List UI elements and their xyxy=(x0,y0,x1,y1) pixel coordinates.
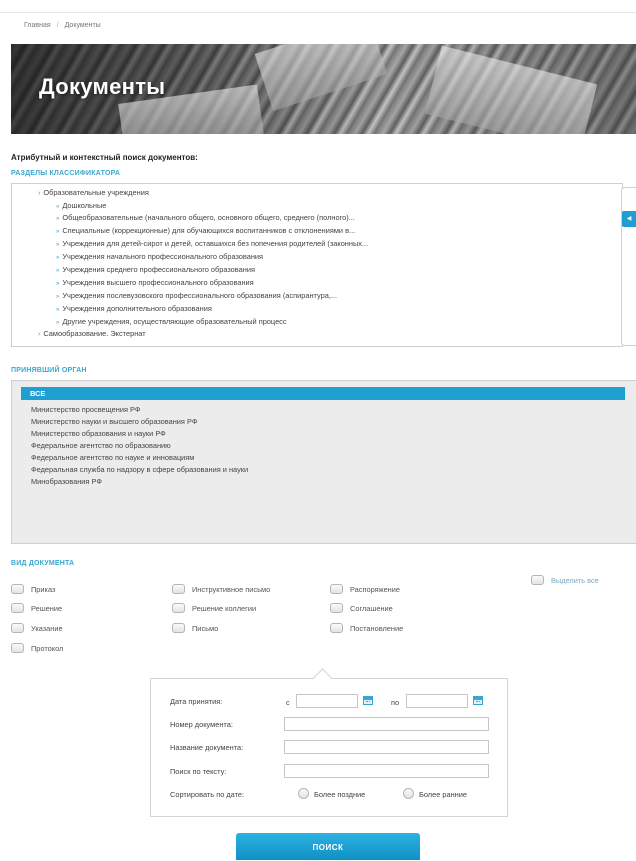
top-divider xyxy=(0,12,636,13)
page-title: Документы xyxy=(39,74,166,99)
hero-banner: Документы xyxy=(11,44,636,134)
checkbox-label: Решение xyxy=(31,604,63,613)
doc-number-input[interactable] xyxy=(284,717,489,731)
date-to-label: по xyxy=(391,698,400,707)
checkbox-label: Постановление xyxy=(350,624,404,633)
organ-option[interactable]: Федеральное агентство по образованию xyxy=(31,441,171,450)
hero-paper-decoration xyxy=(424,45,598,134)
double-chevron-icon: » xyxy=(56,204,60,210)
organ-option-selected[interactable]: ВСЕ xyxy=(21,387,625,400)
hero-paper-decoration xyxy=(254,44,388,112)
date-from-input[interactable] xyxy=(296,694,358,708)
checkbox-label: Распоряжение xyxy=(350,585,401,594)
checkbox-label: Приказ xyxy=(31,585,56,594)
double-chevron-icon: » xyxy=(56,294,60,300)
text-search-label: Поиск по тексту: xyxy=(170,767,227,776)
checkbox-decision[interactable] xyxy=(11,603,24,613)
doc-name-label: Название документа: xyxy=(170,743,244,752)
classifier-tree[interactable]: › Образовательные учреждения » Дошкольные … xyxy=(11,183,623,347)
tree-item[interactable]: › Образовательные учреждения xyxy=(38,188,149,197)
checkbox-instruction[interactable] xyxy=(11,623,24,633)
tree-item[interactable]: › Самообразование. Экстернат xyxy=(38,329,146,338)
breadcrumb-home-link[interactable]: Главная xyxy=(24,22,51,29)
sort-earlier-label: Более ранние xyxy=(419,790,468,799)
chevron-right-icon: › xyxy=(38,331,41,338)
organ-option[interactable]: Федеральное агентство по науке и инновац… xyxy=(31,453,194,462)
checkbox-label: Соглашение xyxy=(350,604,393,613)
double-chevron-icon: » xyxy=(56,255,60,261)
sort-label: Сортировать по дате: xyxy=(170,790,245,799)
checkbox-label: Указание xyxy=(31,624,63,633)
checkbox-board-decision[interactable] xyxy=(172,603,185,613)
checkbox-label: Решение коллегии xyxy=(192,604,257,613)
checkbox-label: Письмо xyxy=(192,624,219,633)
classifier-label: РАЗДЕЛЫ КЛАССИФИКАТОРА xyxy=(11,170,121,177)
checkbox-agreement[interactable] xyxy=(330,603,343,613)
organ-label: ПРИНЯВШИЙ ОРГАН xyxy=(11,367,87,374)
organ-listbox[interactable]: ВСЕ Министерство просвещения РФ Министер… xyxy=(11,380,636,544)
tree-item[interactable]: » Учреждения высшего профессионального об… xyxy=(56,278,254,287)
breadcrumb-separator: / xyxy=(56,22,59,29)
organ-option[interactable]: Федеральная служба по надзору в сфере об… xyxy=(31,465,248,474)
tree-item[interactable]: » Учреждения дополнительного образования xyxy=(56,304,212,313)
tree-item[interactable]: » Учреждения начального профессионального… xyxy=(56,252,263,261)
tree-item[interactable]: » Учреждения среднего профессионального о… xyxy=(56,265,255,274)
organ-option[interactable]: Министерство просвещения РФ xyxy=(31,405,141,414)
tree-item[interactable]: » Общеобразовательные (начального общего,… xyxy=(56,213,355,222)
checkbox-resolution[interactable] xyxy=(330,623,343,633)
checkbox-label: Инструктивное письмо xyxy=(192,585,271,594)
doc-type-label: ВИД ДОКУМЕНТА xyxy=(11,560,75,567)
tree-item[interactable]: » Дошкольные xyxy=(56,201,106,210)
calendar-icon[interactable] xyxy=(363,696,373,705)
checkbox-select-all[interactable] xyxy=(531,575,544,585)
side-panel-toggle-button[interactable]: ◀ xyxy=(622,211,636,227)
sort-earlier-radio[interactable] xyxy=(403,788,414,799)
date-label: Дата принятия: xyxy=(170,697,223,706)
calendar-icon[interactable] xyxy=(473,696,483,705)
checkbox-protocol[interactable] xyxy=(11,643,24,653)
sort-later-label: Более поздние xyxy=(314,790,366,799)
double-chevron-icon: » xyxy=(56,216,60,222)
checkbox-order[interactable] xyxy=(330,584,343,594)
chevron-right-icon: › xyxy=(38,190,41,197)
double-chevron-icon: » xyxy=(56,320,60,326)
search-button[interactable]: ПОИСК xyxy=(236,833,420,860)
sort-later-radio[interactable] xyxy=(298,788,309,799)
double-chevron-icon: » xyxy=(56,307,60,313)
doc-number-label: Номер документа: xyxy=(170,720,233,729)
tree-item[interactable]: » Специальные (коррекционные) для обучающ… xyxy=(56,226,355,235)
doc-name-input[interactable] xyxy=(284,740,489,754)
organ-option[interactable]: Министерство образования и науки РФ xyxy=(31,429,166,438)
arrow-left-icon: ◀ xyxy=(626,216,632,222)
checkbox-letter[interactable] xyxy=(172,623,185,633)
date-from-label: с xyxy=(286,698,290,707)
select-all-label[interactable]: Выделить все xyxy=(551,576,599,585)
text-search-input[interactable] xyxy=(284,764,489,778)
double-chevron-icon: » xyxy=(56,281,60,287)
tree-item[interactable]: » Другие учреждения, осуществляющие образ… xyxy=(56,317,287,326)
breadcrumb: Главная / Документы xyxy=(24,22,101,29)
double-chevron-icon: » xyxy=(56,229,60,235)
checkbox-prikaz[interactable] xyxy=(11,584,24,594)
organ-option[interactable]: Министерство науки и высшего образования… xyxy=(31,417,197,426)
tree-item[interactable]: » Учреждения послевузовского профессионал… xyxy=(56,291,337,300)
breadcrumb-current: Документы xyxy=(64,22,101,29)
search-title: Атрибутный и контекстный поиск документо… xyxy=(11,153,198,162)
checkbox-instr-letter[interactable] xyxy=(172,584,185,594)
double-chevron-icon: » xyxy=(56,242,60,248)
checkbox-label: Протокол xyxy=(31,644,64,653)
double-chevron-icon: » xyxy=(56,268,60,274)
date-to-input[interactable] xyxy=(406,694,468,708)
organ-option[interactable]: Минобразования РФ xyxy=(31,477,102,486)
tree-item[interactable]: » Учреждения для детей-сирот и детей, ост… xyxy=(56,239,368,248)
